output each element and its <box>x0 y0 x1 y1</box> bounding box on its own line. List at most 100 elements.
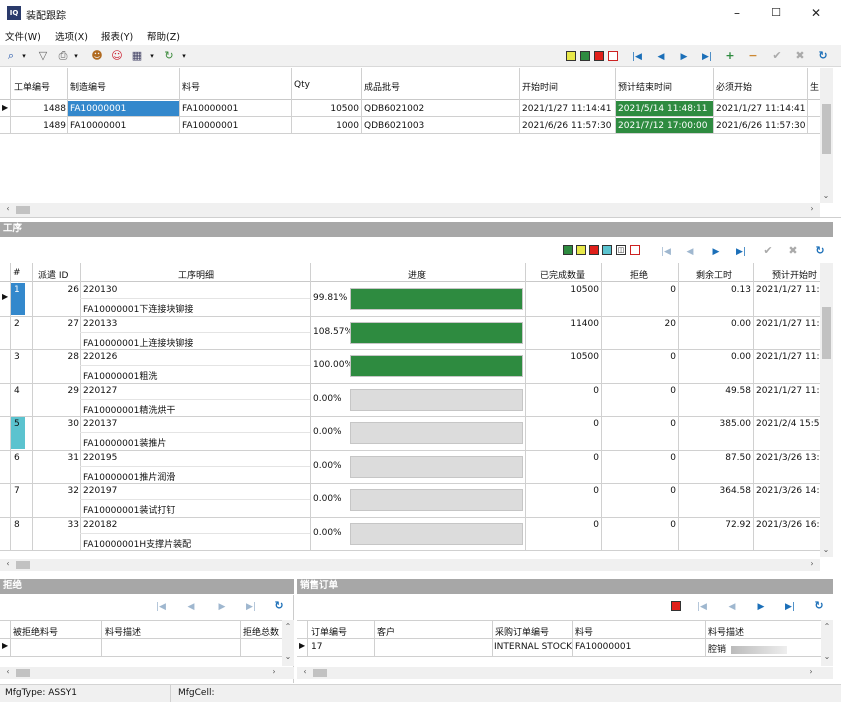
lot-number[interactable]: QDB6021003 <box>364 121 424 131</box>
dispatch-id[interactable]: 28 <box>33 352 79 362</box>
remaining-hours[interactable]: 0.00 <box>679 319 751 329</box>
part-number[interactable]: FA10000001 <box>182 104 238 114</box>
est-start-time[interactable]: 2021/1/27 11:2 <box>756 319 820 329</box>
reject-qty[interactable]: 0 <box>602 419 676 429</box>
col-header[interactable]: 订单编号 <box>311 625 347 638</box>
color-red-icon[interactable] <box>671 601 681 611</box>
completed-qty[interactable]: 11400 <box>526 319 599 329</box>
scroll-down-icon[interactable]: ⌄ <box>820 545 832 557</box>
work-order-id[interactable]: 1488 <box>12 104 66 114</box>
menu-help[interactable]: 帮助(Z) <box>147 29 180 43</box>
qty[interactable]: 1000 <box>293 121 359 131</box>
op-row-number[interactable]: 1 <box>11 283 25 315</box>
menu-file[interactable]: 文件(W) <box>5 29 41 43</box>
reject-qty[interactable]: 0 <box>602 453 676 463</box>
col-header[interactable]: 料号描述 <box>105 625 141 638</box>
last-record-icon[interactable]: ▶| <box>783 601 797 613</box>
users-icon[interactable]: ☻ <box>90 49 104 63</box>
col-header[interactable]: 工序明细 <box>178 268 214 281</box>
color-red-icon[interactable] <box>589 245 599 255</box>
op-code[interactable]: 220137 <box>83 419 117 429</box>
col-header[interactable]: 制造编号 <box>70 80 106 93</box>
refresh-icon[interactable]: ↻ <box>272 599 286 613</box>
work-order-id[interactable]: 1489 <box>12 121 66 131</box>
op-row-number[interactable]: 8 <box>11 518 25 550</box>
dropdown-arrow-icon[interactable]: ▾ <box>69 49 83 63</box>
dispatch-id[interactable]: 30 <box>33 419 79 429</box>
printer-icon[interactable]: ⎙ <box>56 49 70 63</box>
prev-record-icon[interactable]: ◀ <box>683 246 697 258</box>
est-end-time[interactable]: 2021/5/14 11:48:11 <box>616 101 713 116</box>
completed-qty[interactable]: 10500 <box>526 285 599 295</box>
maximize-button[interactable]: ☐ <box>762 4 790 22</box>
reject-qty[interactable]: 0 <box>602 386 676 396</box>
scroll-down-icon[interactable]: ⌄ <box>821 652 833 664</box>
refresh-cycle-icon[interactable]: ↻ <box>162 49 176 63</box>
col-header[interactable]: 已完成数量 <box>540 268 585 281</box>
scroll-up-icon[interactable]: ⌃ <box>821 622 833 634</box>
col-header[interactable]: 料号 <box>575 625 593 638</box>
est-start-time[interactable]: 2021/1/27 11:2 <box>756 352 820 362</box>
next-record-icon[interactable]: ▶ <box>754 601 768 613</box>
op-row-number[interactable]: 5 <box>11 417 25 449</box>
est-start-time[interactable]: 2021/3/26 16:0 <box>756 520 820 530</box>
refresh-icon[interactable]: ↻ <box>816 49 830 63</box>
reject-qty[interactable]: 0 <box>602 486 676 496</box>
po-number[interactable]: INTERNAL STOCK <box>494 642 572 652</box>
first-record-icon[interactable]: |◀ <box>695 601 709 613</box>
remaining-hours[interactable]: 49.58 <box>679 386 751 396</box>
remaining-hours[interactable]: 87.50 <box>679 453 751 463</box>
col-header[interactable]: 开始时间 <box>522 80 558 93</box>
op-description[interactable]: FA10000001下连接块铆接 <box>83 302 309 315</box>
check-icon[interactable]: ✔ <box>770 49 784 63</box>
completed-qty[interactable]: 0 <box>526 486 599 496</box>
scroll-left-icon[interactable]: ‹ <box>2 667 14 679</box>
dispatch-id[interactable]: 29 <box>33 386 79 396</box>
scroll-right-icon[interactable]: › <box>806 559 818 571</box>
lot-number[interactable]: QDB6021002 <box>364 104 424 114</box>
est-start-time[interactable]: 2021/1/27 11:1 <box>756 285 820 295</box>
last-record-icon[interactable]: ▶| <box>700 51 714 63</box>
part-number[interactable]: FA10000001 <box>182 121 238 131</box>
color-pattern-icon[interactable]: ◫ <box>616 245 626 255</box>
op-code[interactable]: 220182 <box>83 520 117 530</box>
scroll-down-icon[interactable]: ⌄ <box>282 652 294 664</box>
op-row-number[interactable]: 3 <box>11 350 25 382</box>
dropdown-arrow-icon[interactable]: ▾ <box>177 49 191 63</box>
completed-qty[interactable]: 0 <box>526 419 599 429</box>
must-start-time[interactable]: 2021/1/27 11:14:41 <box>716 104 805 114</box>
filter-icon[interactable]: ▽ <box>36 49 50 63</box>
op-description[interactable]: FA10000001粗洗 <box>83 369 309 382</box>
start-time[interactable]: 2021/1/27 11:14:41 <box>522 104 611 114</box>
prev-record-icon[interactable]: ◀ <box>725 601 739 613</box>
reject-vscroll[interactable]: ⌃ ⌄ <box>282 620 294 666</box>
op-description[interactable]: FA10000001装试打钉 <box>83 503 309 516</box>
completed-qty[interactable]: 0 <box>526 453 599 463</box>
remaining-hours[interactable]: 0.00 <box>679 352 751 362</box>
next-record-icon[interactable]: ▶ <box>709 246 723 258</box>
op-code[interactable]: 220195 <box>83 453 117 463</box>
remove-icon[interactable]: − <box>746 49 760 63</box>
col-header[interactable]: 料号描述 <box>708 625 744 638</box>
scroll-right-icon[interactable]: › <box>268 667 280 679</box>
op-description[interactable]: FA10000001H支撑片装配 <box>83 537 309 550</box>
dropdown-arrow-icon[interactable]: ▾ <box>17 49 31 63</box>
sales-vscroll[interactable]: ⌃ ⌄ <box>821 620 833 666</box>
col-header[interactable]: # <box>13 268 21 278</box>
col-header[interactable]: 工单编号 <box>14 80 50 93</box>
completed-qty[interactable]: 0 <box>526 520 599 530</box>
cancel-icon[interactable]: ✖ <box>793 49 807 63</box>
qty[interactable]: 10500 <box>293 104 359 114</box>
last-record-icon[interactable]: ▶| <box>244 601 258 613</box>
col-header[interactable]: 拒绝总数 <box>243 625 281 638</box>
op-code[interactable]: 220127 <box>83 386 117 396</box>
op-row-number[interactable]: 2 <box>11 317 25 349</box>
col-header[interactable]: 剩余工时 <box>696 268 732 281</box>
scroll-right-icon[interactable]: › <box>806 204 818 216</box>
part-description[interactable]: 腔销 <box>708 642 821 655</box>
remaining-hours[interactable]: 0.13 <box>679 285 751 295</box>
color-yellow-icon[interactable] <box>566 51 576 61</box>
col-header[interactable]: 采购订单编号 <box>495 625 549 638</box>
col-header[interactable]: Qty <box>294 80 310 90</box>
refresh-icon[interactable]: ↻ <box>812 599 826 613</box>
